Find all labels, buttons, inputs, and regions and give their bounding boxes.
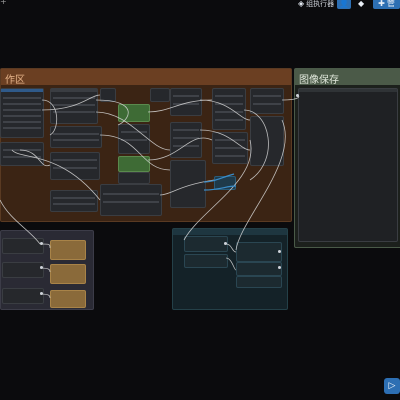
play-icon: ▷ <box>388 381 396 391</box>
connection-wires <box>0 94 300 299</box>
port-dot[interactable] <box>278 266 281 269</box>
port-dot[interactable] <box>40 292 43 295</box>
run-queue-button[interactable]: ▷ <box>384 378 400 394</box>
port-dot[interactable] <box>40 266 43 269</box>
port-dot[interactable] <box>278 250 281 253</box>
port-dot[interactable] <box>40 242 43 245</box>
port-dot[interactable] <box>296 94 299 97</box>
port-dot[interactable] <box>224 242 227 245</box>
